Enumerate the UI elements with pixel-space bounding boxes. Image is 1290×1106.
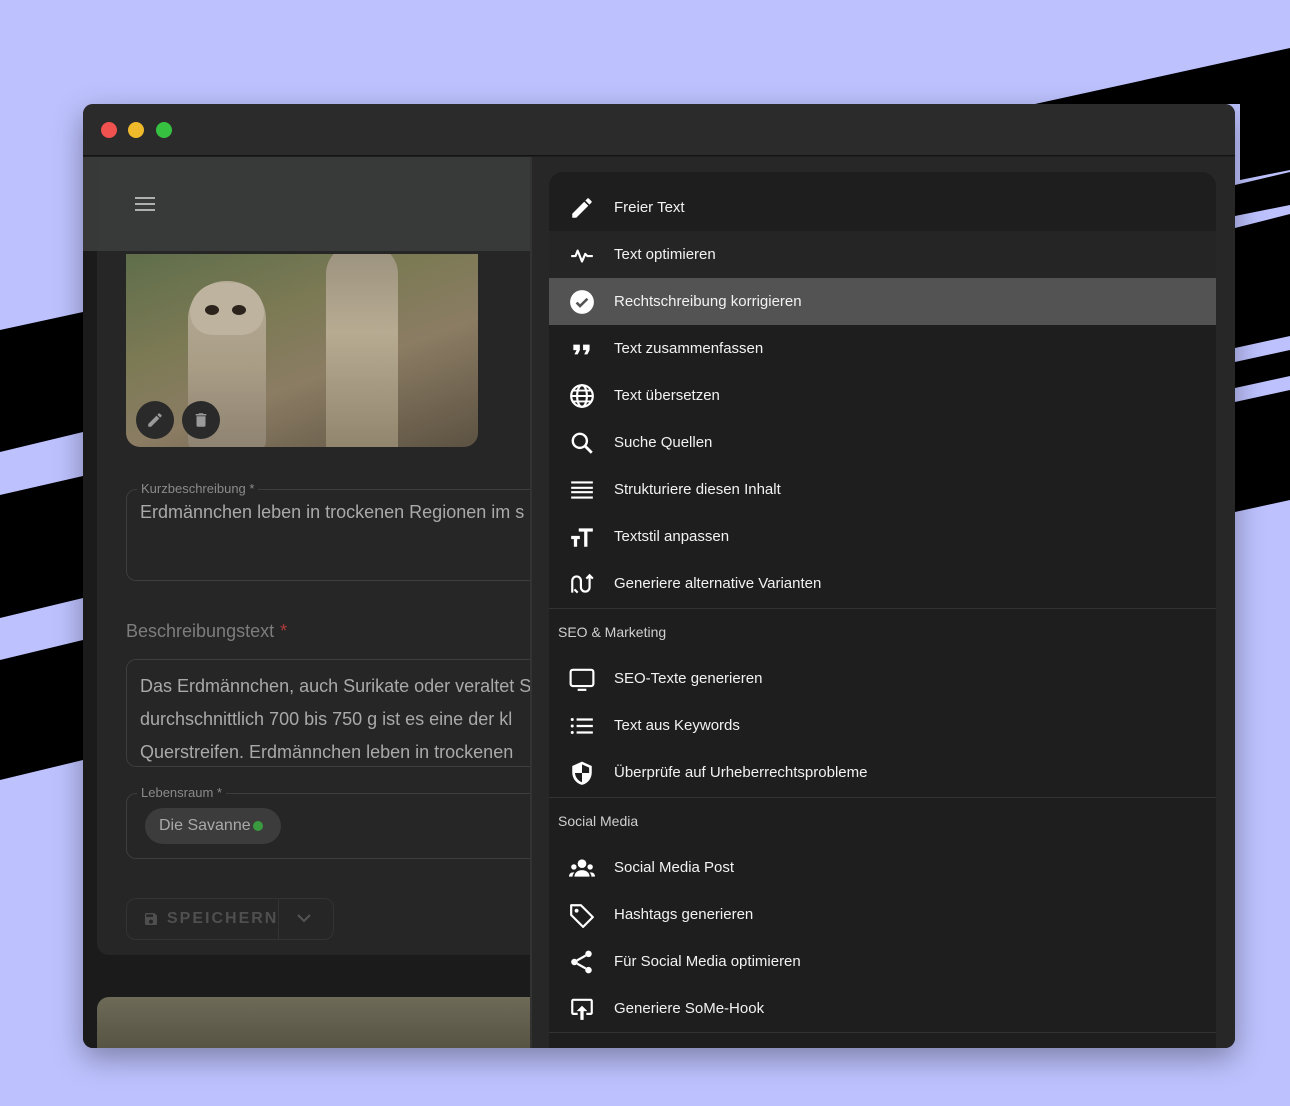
- menu-item-label: Strukturiere diesen Inhalt: [614, 481, 781, 498]
- menu-item-social-post[interactable]: Social Media Post: [549, 844, 1216, 891]
- ai-actions-panel: Freier Text Text optimieren Rechtschreib…: [532, 157, 1235, 1048]
- lebensraum-field[interactable]: Lebensraum * Die Savanne: [126, 785, 530, 859]
- quote-icon: [573, 344, 590, 355]
- pulse-icon: [571, 249, 593, 263]
- photo-subject-head: [190, 283, 264, 335]
- delete-photo-button[interactable]: [182, 401, 220, 439]
- status-dot: [252, 821, 263, 831]
- menu-item-label: Suche Quellen: [614, 434, 713, 451]
- menu-item-suche-quellen[interactable]: Suche Quellen: [549, 419, 1216, 466]
- menu-item-label: Freier Text: [614, 199, 685, 216]
- menu-item-freier-text[interactable]: Freier Text: [549, 184, 1216, 231]
- maximize-window-button[interactable]: [156, 122, 172, 138]
- photo-subject-eye-left: [205, 305, 219, 315]
- photo-subject-eye-right: [232, 305, 246, 315]
- menu-item-label: SEO-Texte generieren: [614, 670, 763, 687]
- seo-marketing-heading: SEO & Marketing: [558, 624, 667, 640]
- check-circle-icon: [570, 290, 594, 314]
- menu-item-uebersetzen[interactable]: Text übersetzen: [549, 372, 1216, 419]
- menu-item-label: Text aus Keywords: [614, 717, 740, 734]
- menu-item-label: Generiere SoMe-Hook: [614, 1000, 765, 1017]
- close-window-button[interactable]: [101, 122, 117, 138]
- search-icon: [571, 432, 593, 454]
- save-button[interactable]: SPEICHERN: [127, 899, 279, 939]
- menu-item-label: Text übersetzen: [614, 387, 720, 404]
- menu-item-label: Rechtschreibung korrigieren: [614, 293, 802, 310]
- menu-item-text-optimieren[interactable]: Text optimieren: [549, 231, 1216, 278]
- tag-icon: [570, 904, 594, 928]
- meerkat-photo: [126, 254, 478, 447]
- menu-item-varianten[interactable]: Generiere alternative Varianten: [549, 560, 1216, 607]
- menu-item-keywords[interactable]: Text aus Keywords: [549, 702, 1216, 749]
- menu-item-urheberrecht[interactable]: Überprüfe auf Urheberrechtsprobleme: [549, 749, 1216, 796]
- variants-icon: [571, 573, 594, 594]
- menu-item-social-optimieren[interactable]: Für Social Media optimieren: [549, 938, 1216, 985]
- menu-item-zusammenfassen[interactable]: Text zusammenfassen: [549, 325, 1216, 372]
- lebensraum-chip[interactable]: Die Savanne: [145, 808, 281, 844]
- required-mark: *: [280, 621, 288, 641]
- minimize-window-button[interactable]: [128, 122, 144, 138]
- editor-card: Kurzbeschreibung * Erdmännchen leben in …: [97, 157, 530, 955]
- menu-item-label: Text zusammenfassen: [614, 340, 764, 357]
- next-card-preview: [97, 997, 530, 1048]
- menu-item-strukturiere[interactable]: Strukturiere diesen Inhalt: [549, 466, 1216, 513]
- share-icon: [571, 950, 592, 974]
- title-bar: [83, 104, 1235, 156]
- menu-item-seo-texte[interactable]: SEO-Texte generieren: [549, 655, 1216, 702]
- menu-item-label: Social Media Post: [614, 859, 735, 876]
- list-icon: [570, 717, 593, 735]
- beschreibung-textarea[interactable]: Das Erdmännchen, auch Surikate oder vera…: [126, 659, 530, 767]
- group-icon: [569, 859, 595, 877]
- ai-actions-menu: Freier Text Text optimieren Rechtschreib…: [549, 172, 1216, 1048]
- save-button-group: SPEICHERN: [126, 898, 334, 940]
- chevron-down-icon[interactable]: [297, 913, 311, 923]
- kurzbeschreibung-field[interactable]: Kurzbeschreibung * Erdmännchen leben in …: [126, 481, 530, 581]
- pencil-icon: [148, 413, 162, 427]
- edit-photo-button[interactable]: [136, 401, 174, 439]
- lebensraum-label: Lebensraum *: [137, 785, 226, 800]
- menu-item-textstil[interactable]: Textstil anpassen: [549, 513, 1216, 560]
- menu-item-label: Überprüfe auf Urheberrechtsprobleme: [614, 764, 868, 781]
- trash-icon: [195, 413, 207, 427]
- globe-icon: [570, 384, 594, 408]
- lebensraum-chip-label: Die Savanne: [159, 817, 251, 834]
- menu-separator: [549, 797, 1216, 798]
- photo-subject-right: [326, 254, 398, 447]
- lines-icon: [571, 481, 593, 499]
- menu-item-label: Für Social Media optimieren: [614, 953, 801, 970]
- social-media-heading: Social Media: [558, 813, 639, 829]
- kurzbeschreibung-label: Kurzbeschreibung *: [137, 481, 259, 496]
- app-window: Kurzbeschreibung * Erdmännchen leben in …: [83, 104, 1235, 1048]
- beschreibung-label: Beschreibungstext: [126, 621, 275, 641]
- menu-item-rechtschreibung[interactable]: Rechtschreibung korrigieren: [549, 278, 1216, 325]
- menu-separator: [549, 1032, 1216, 1033]
- menu-item-label: Generiere alternative Varianten: [614, 575, 822, 592]
- shield-icon: [572, 761, 592, 785]
- upload-icon: [571, 998, 593, 1020]
- editor-panel: Kurzbeschreibung * Erdmännchen leben in …: [83, 157, 530, 1048]
- beschreibung-heading: Beschreibungstext *: [126, 621, 287, 642]
- menu-item-hashtags[interactable]: Hashtags generieren: [549, 891, 1216, 938]
- menu-separator: [549, 608, 1216, 609]
- hamburger-menu-icon[interactable]: [135, 197, 155, 211]
- beschreibung-line-2: durchschnittlich 700 bis 750 g ist es ei…: [140, 709, 513, 729]
- floppy-disk-icon: [145, 913, 157, 925]
- beschreibung-line-3: Querstreifen. Erdmännchen leben in trock…: [140, 742, 514, 762]
- pencil-icon: [572, 198, 592, 218]
- save-label: SPEICHERN: [167, 910, 279, 927]
- beschreibung-line-1: Das Erdmännchen, auch Surikate oder vera…: [140, 676, 530, 696]
- menu-item-label: Hashtags generieren: [614, 906, 754, 923]
- monitor-icon: [569, 668, 595, 691]
- text-size-icon: [571, 528, 593, 547]
- menu-item-label: Textstil anpassen: [614, 528, 730, 545]
- app-bar: [83, 157, 530, 251]
- kurzbeschreibung-value: Erdmännchen leben in trockenen Regionen …: [140, 502, 525, 522]
- menu-item-some-hook[interactable]: Generiere SoMe-Hook: [549, 985, 1216, 1032]
- menu-item-label: Text optimieren: [614, 246, 716, 263]
